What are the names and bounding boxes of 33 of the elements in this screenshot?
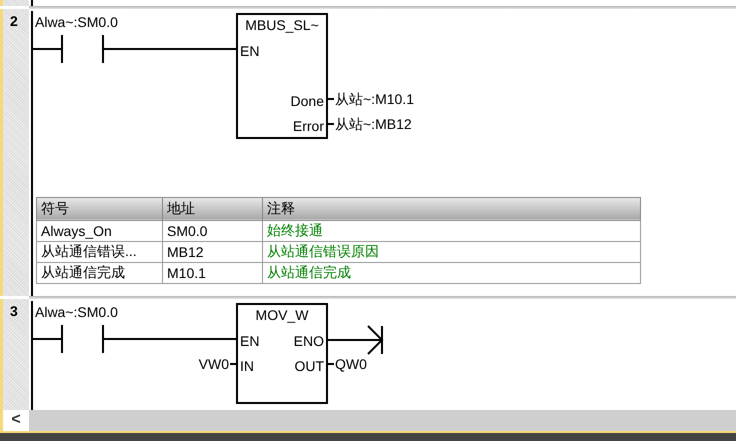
input-pin: EN — [240, 332, 260, 350]
output-operand: 从站~:M10.1 — [328, 90, 414, 108]
contact-label: Alwa~:SM0.0 — [35, 304, 118, 320]
input-pin: EN — [240, 42, 260, 60]
table-cell: 始终接通 — [262, 220, 640, 242]
output-pin: Error — [292, 116, 324, 135]
table-cell: Always_On — [36, 220, 162, 242]
table-cell: M10.1 — [162, 262, 262, 284]
output-arrow — [328, 322, 384, 357]
output-operand: QW0 — [328, 354, 367, 373]
function-block[interactable]: MOV_W EN IN ENO OUT — [236, 302, 328, 404]
network-number: 2 — [10, 12, 18, 29]
output-pin: Done — [290, 92, 324, 110]
output-pin: OUT — [294, 356, 324, 375]
network-number: 3 — [10, 302, 18, 319]
column-header: 地址 — [162, 197, 262, 220]
table-cell: 从站通信错误原因 — [262, 241, 640, 262]
contact-label: Alwa~:SM0.0 — [35, 14, 118, 30]
column-header: 符号 — [36, 197, 162, 220]
block-title: MBUS_SL~ — [244, 16, 320, 33]
input-pin: IN — [240, 356, 254, 375]
table-cell: 从站通信错误... — [36, 241, 162, 262]
column-header: 注释 — [262, 197, 640, 220]
input-operand: VW0 — [198, 354, 236, 373]
block-title: MOV_W — [254, 306, 310, 323]
table-cell: 从站通信完成 — [262, 262, 640, 284]
function-block[interactable]: MBUS_SL~ EN Done Error — [236, 12, 328, 139]
network-gutter — [0, 0, 29, 6]
output-operand: 从站~:MB12 — [328, 114, 412, 133]
table-cell: MB12 — [162, 241, 262, 262]
output-pin: ENO — [294, 332, 324, 350]
table-cell: SM0.0 — [162, 220, 262, 242]
table-cell: 从站通信完成 — [36, 262, 162, 284]
